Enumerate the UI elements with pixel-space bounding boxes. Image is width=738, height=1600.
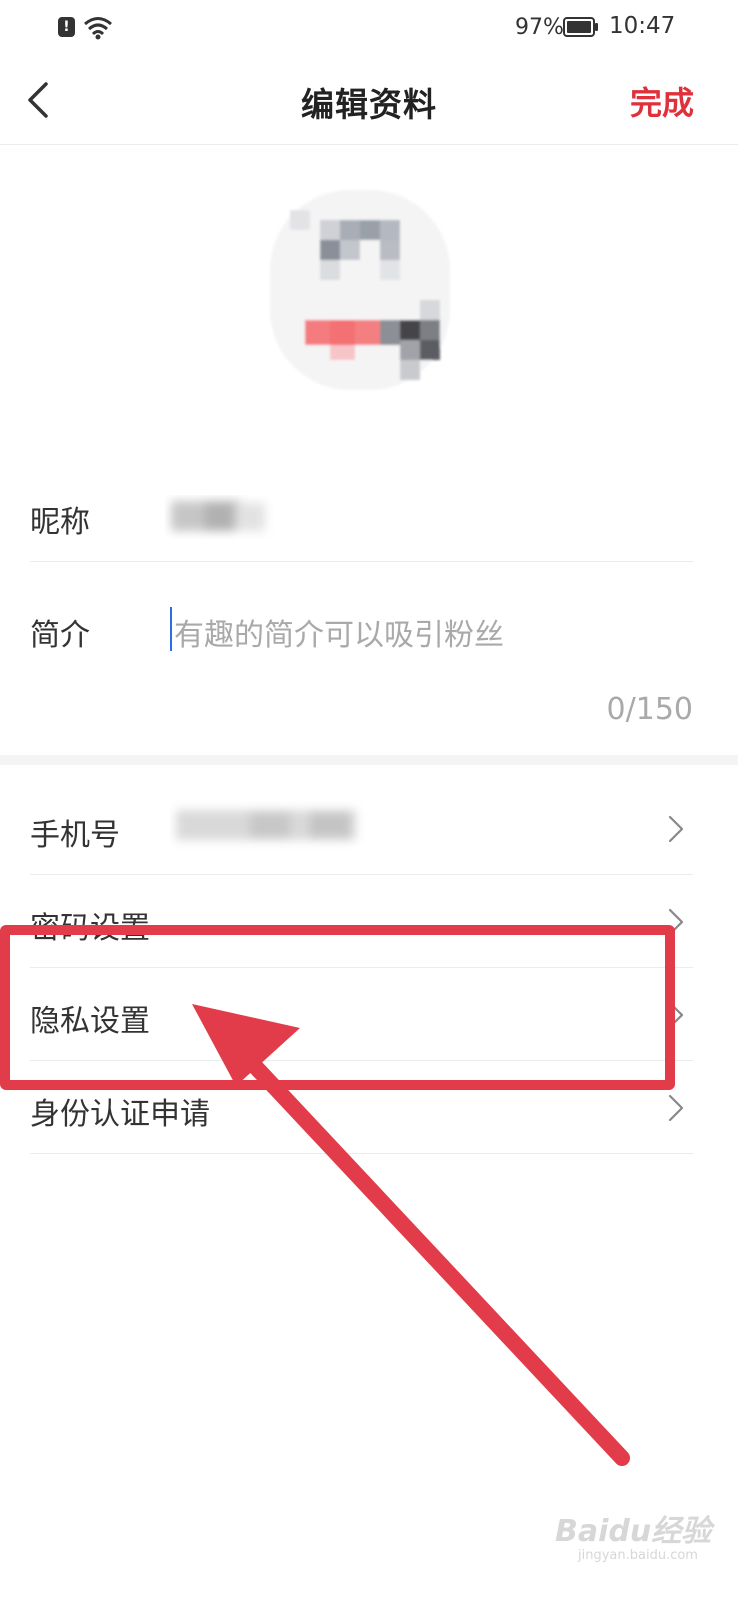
wifi-icon bbox=[84, 17, 112, 40]
header-bar: 编辑资料 完成 bbox=[0, 56, 738, 145]
annotation-highlight-box bbox=[0, 925, 675, 1090]
bio-label: 简介 bbox=[30, 618, 90, 653]
nickname-label: 昵称 bbox=[30, 505, 90, 540]
alert-icon: ! bbox=[58, 17, 75, 37]
avatar[interactable] bbox=[230, 180, 480, 400]
settings-item-label: 身份认证申请 bbox=[30, 1097, 210, 1132]
phone-value-redacted bbox=[176, 810, 356, 840]
clock: 10:47 bbox=[609, 13, 676, 39]
battery-icon bbox=[563, 17, 598, 37]
nickname-value-redacted[interactable] bbox=[165, 495, 285, 539]
battery-percent: 97% bbox=[515, 15, 564, 40]
text-cursor bbox=[170, 607, 172, 651]
done-button[interactable]: 完成 bbox=[630, 78, 694, 124]
bio-char-counter: 0/150 bbox=[606, 692, 693, 727]
section-gap bbox=[0, 755, 738, 765]
page-title: 编辑资料 bbox=[301, 85, 437, 124]
divider bbox=[30, 561, 693, 562]
chevron-right-icon bbox=[668, 815, 684, 843]
chevron-right-icon bbox=[668, 1094, 684, 1122]
bio-placeholder: 有趣的简介可以吸引粉丝 bbox=[174, 618, 504, 653]
divider bbox=[30, 1153, 693, 1154]
baidu-watermark-url: jingyan.baidu.com bbox=[578, 1548, 698, 1563]
status-bar: ! 97% 10:47 bbox=[0, 0, 738, 56]
settings-item-phone[interactable]: 手机号 bbox=[0, 782, 738, 874]
settings-item-label: 手机号 bbox=[30, 818, 120, 853]
baidu-watermark-logo: Baidu经验 bbox=[555, 1514, 712, 1549]
